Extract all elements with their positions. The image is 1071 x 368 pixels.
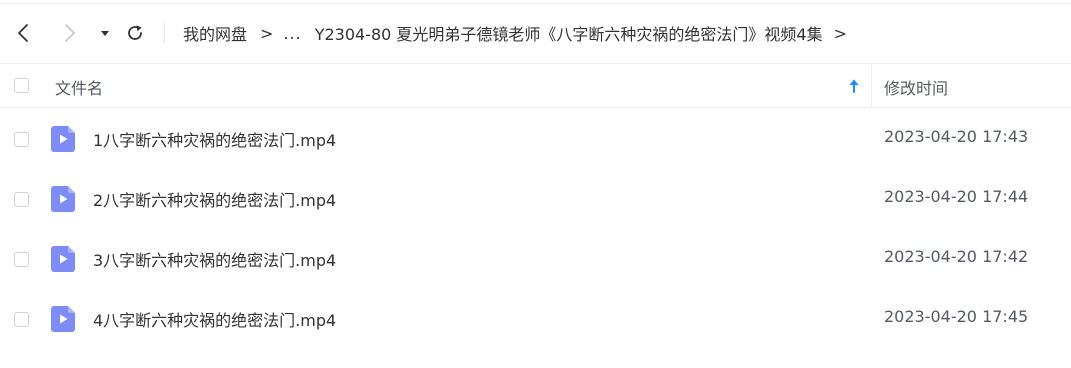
toolbar: 我的网盘 > ... Y2304-80 夏光明弟子德镜老师《八字断六种灾祸的绝密… (0, 8, 1071, 58)
sort-ascending-arrow-icon[interactable] (848, 78, 860, 94)
breadcrumb-current: Y2304-80 夏光明弟子德镜老师《八字断六种灾祸的绝密法门》视频4集 (314, 25, 823, 44)
table-row[interactable]: 2八字断六种灾祸的绝密法门.mp4 2023-04-20 17:44 (0, 169, 1071, 229)
row-checkbox[interactable] (14, 132, 29, 147)
video-file-icon (51, 306, 75, 332)
refresh-icon (128, 25, 142, 40)
breadcrumb: 我的网盘 > ... Y2304-80 夏光明弟子德镜老师《八字断六种灾祸的绝密… (183, 21, 847, 45)
file-modified-time: 2023-04-20 17:43 (884, 127, 1029, 146)
refresh-button[interactable] (124, 22, 146, 44)
top-divider (0, 3, 1071, 4)
table-row[interactable]: 3八字断六种灾祸的绝密法门.mp4 2023-04-20 17:42 (0, 229, 1071, 289)
forward-button[interactable] (58, 22, 80, 44)
column-header-modified-time[interactable]: 修改时间 (884, 75, 948, 99)
row-checkbox[interactable] (14, 312, 29, 327)
back-button[interactable] (13, 22, 35, 44)
table-row[interactable]: 4八字断六种灾祸的绝密法门.mp4 2023-04-20 17:45 (0, 289, 1071, 349)
breadcrumb-root[interactable]: 我的网盘 (183, 21, 247, 45)
toolbar-divider (164, 23, 165, 43)
table-row[interactable]: 1八字断六种灾祸的绝密法门.mp4 2023-04-20 17:43 (0, 109, 1071, 169)
video-file-icon (51, 126, 75, 152)
row-checkbox[interactable] (14, 252, 29, 267)
video-file-icon (51, 246, 75, 272)
video-file-icon (51, 186, 75, 212)
file-modified-time: 2023-04-20 17:44 (884, 187, 1029, 206)
history-dropdown-button[interactable] (94, 22, 116, 44)
breadcrumb-expand-chevron[interactable]: > (834, 24, 847, 43)
file-modified-time: 2023-04-20 17:42 (884, 247, 1029, 266)
select-all-checkbox[interactable] (14, 78, 29, 93)
file-name[interactable]: 4八字断六种灾祸的绝密法门.mp4 (93, 307, 336, 331)
chevron-left-icon (18, 24, 28, 42)
file-name[interactable]: 2八字断六种灾祸的绝密法门.mp4 (93, 187, 336, 211)
row-checkbox[interactable] (14, 192, 29, 207)
caret-down-icon (101, 31, 109, 36)
table-header: 文件名 修改时间 (0, 63, 1071, 108)
file-name[interactable]: 1八字断六种灾祸的绝密法门.mp4 (93, 127, 336, 151)
breadcrumb-separator: > (260, 23, 274, 43)
file-modified-time: 2023-04-20 17:45 (884, 307, 1029, 326)
column-header-name[interactable]: 文件名 (55, 75, 103, 99)
file-browser: 我的网盘 > ... Y2304-80 夏光明弟子德镜老师《八字断六种灾祸的绝密… (0, 0, 1071, 368)
chevron-right-icon (65, 24, 75, 42)
file-name[interactable]: 3八字断六种灾祸的绝密法门.mp4 (93, 247, 336, 271)
column-divider[interactable] (871, 64, 872, 108)
breadcrumb-ellipsis[interactable]: ... (283, 24, 301, 43)
